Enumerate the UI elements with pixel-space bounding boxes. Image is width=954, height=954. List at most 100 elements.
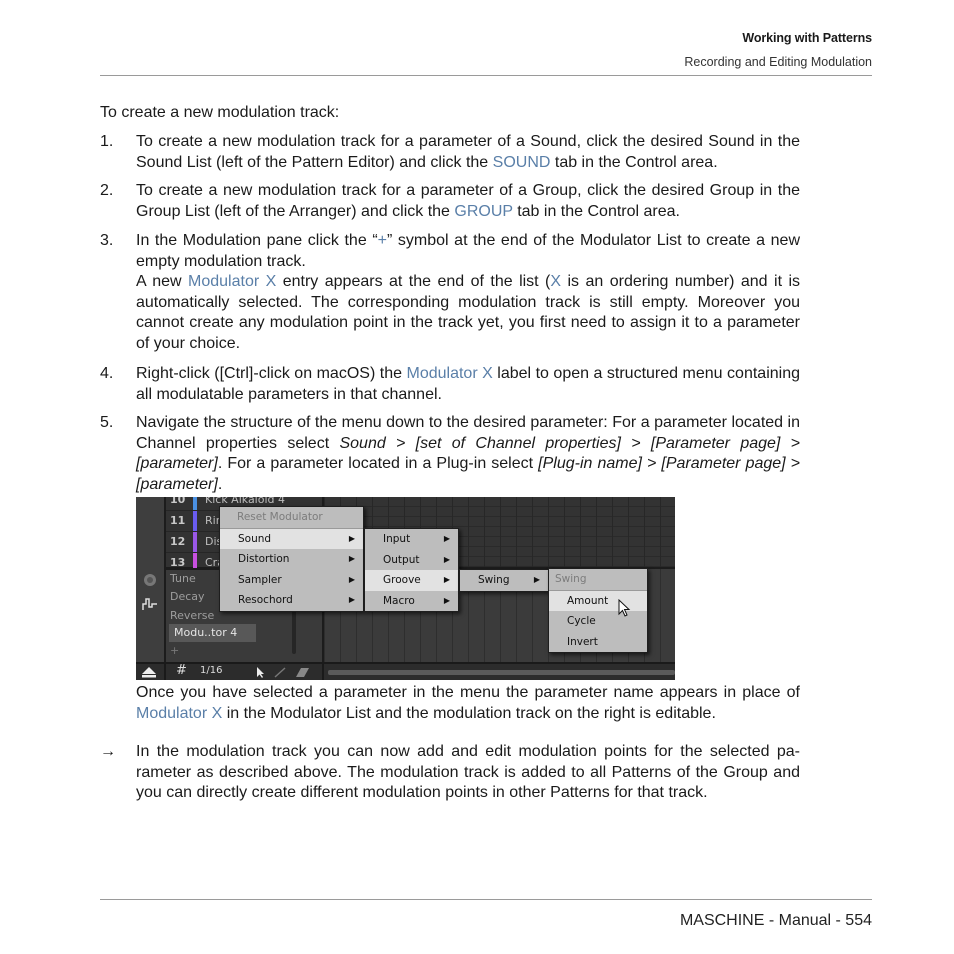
menu-item-amount[interactable]: Amount (549, 590, 647, 611)
step-text: . (217, 475, 223, 493)
knob-icon[interactable] (143, 573, 157, 587)
menu-item-swing[interactable]: Swing ▶ (460, 570, 548, 591)
menu-item-resochord[interactable]: Resochord ▶ (220, 590, 363, 611)
add-modulator-button[interactable]: + (170, 644, 179, 657)
submenu-arrow-icon: ▶ (348, 574, 355, 584)
arrow-icon: → (100, 743, 116, 760)
menu-item-output[interactable]: Output ▶ (365, 550, 458, 571)
submenu-arrow-icon: ▶ (443, 595, 450, 605)
submenu-arrow-icon: ▶ (443, 554, 450, 564)
step-size-label[interactable]: 1/16 (200, 665, 222, 676)
modulator-x-link: Modulator X (406, 365, 493, 382)
menu-item-distortion[interactable]: Distortion ▶ (220, 549, 363, 570)
sound-submenu: Input ▶ Output ▶ Groove ▶ Macro ▶ (364, 528, 459, 612)
sound-number: 11 (170, 514, 186, 527)
menu-item-label: Swing (478, 574, 510, 586)
step-2: 2. To create a new modulation track for … (100, 181, 800, 222)
modulation-icon[interactable] (142, 597, 158, 611)
step-number: 2. (100, 182, 114, 199)
step-number: 1. (100, 133, 114, 150)
menu-item-label: Input (383, 533, 411, 545)
step-text: tab in the Control area. (550, 153, 718, 171)
intro-text: To create a new modulation track: (100, 104, 340, 121)
footer-divider (100, 899, 872, 900)
swing-submenu: Swing Amount Cycle Invert (548, 568, 648, 653)
modulator-item[interactable]: Reverse (170, 609, 214, 622)
submenu-arrow-icon: ▶ (348, 554, 355, 563)
eject-icon[interactable] (142, 667, 156, 678)
header-divider (100, 75, 872, 76)
select-tool-icon[interactable] (256, 667, 264, 678)
after-image-note: Once you have selected a parameter in th… (100, 683, 800, 724)
sound-color (193, 497, 197, 510)
menu-item-label: Resochord (238, 594, 293, 606)
mouse-cursor-icon (618, 599, 631, 617)
grid-icon[interactable]: # (176, 663, 187, 678)
menu-item-input[interactable]: Input ▶ (365, 529, 458, 550)
groove-submenu: Swing ▶ (459, 569, 549, 592)
left-column (136, 497, 166, 680)
submenu-arrow-icon: ▶ (533, 575, 540, 584)
section-title: Recording and Editing Modulation (684, 55, 872, 69)
sound-number: 12 (170, 535, 186, 548)
step-1: 1. To create a new modulation track for … (100, 132, 800, 173)
chapter-title: Working with Patterns (742, 31, 872, 45)
menu-item-label: Groove (383, 574, 421, 586)
result-item: → In the modulation track you can now ad… (100, 742, 800, 804)
modulator-item[interactable]: Decay (170, 590, 205, 603)
menu-item-cycle[interactable]: Cycle (549, 611, 647, 632)
menu-item-groove[interactable]: Groove ▶ (365, 570, 458, 591)
result-text: In the modulation track you can now add … (136, 743, 800, 801)
page-footer: MASCHINE - Manual - 554 (679, 912, 872, 929)
menu-item-label: Sampler (238, 573, 282, 586)
note-text: Once you have selected a parameter in th… (136, 684, 800, 701)
menu-item-macro[interactable]: Macro ▶ (365, 591, 458, 612)
step-number: 4. (100, 365, 114, 382)
toolbar-divider (164, 664, 166, 680)
x-link: X (550, 273, 562, 290)
context-menu: Reset Modulator Sound ▶ Distortion ▶ Sampl… (219, 506, 364, 612)
menu-item-label: Output (383, 553, 420, 566)
sound-name: Kick Alkaloid 4 (205, 497, 286, 506)
step-text: . For a parameter located in a Plug-in s… (217, 455, 539, 472)
modulator-item-selected[interactable]: Modu..tor 4 (169, 624, 256, 642)
modulator-x-link: Modulator X (188, 273, 277, 290)
submenu-arrow-icon: ▶ (443, 534, 450, 543)
step-text: tab in the Control area. (512, 202, 680, 220)
submenu-arrow-icon: ▶ (443, 575, 450, 584)
menu-item-label: Macro (383, 594, 415, 607)
menu-item-label: Distortion (238, 553, 290, 565)
group-tab-link: GROUP (454, 202, 513, 220)
submenu-arrow-icon: ▶ (348, 595, 355, 604)
maschine-screenshot: 10 Kick Alkaloid 4 11 Rim 12 Dis 13 Cra Tune… (136, 497, 675, 680)
sound-color (193, 511, 197, 531)
note-text: in the Modulator List and the modulation… (222, 704, 716, 722)
step-text: In the Modulation pane click the “ (136, 232, 378, 249)
sound-color (193, 532, 197, 552)
toolbar-divider (322, 664, 324, 680)
step-number: 3. (100, 232, 114, 249)
plus-symbol-link: + (377, 232, 387, 249)
submenu-arrow-icon: ▶ (348, 533, 355, 543)
step-text: A new (136, 273, 189, 290)
modulator-item[interactable]: Tune (170, 572, 196, 585)
editor-toolbar: # 1/16 (136, 662, 675, 680)
menu-item-sound[interactable]: Sound ▶ (220, 528, 363, 549)
menu-item-invert[interactable]: Invert (549, 632, 647, 653)
step-3: 3. In the Modulation pane click the “+” … (100, 231, 800, 354)
menu-item-sampler[interactable]: Sampler ▶ (220, 570, 363, 591)
step-number: 5. (100, 414, 114, 431)
step-text: Right-click ([Ctrl]-click on macOS) the (136, 365, 407, 382)
pencil-tool-icon[interactable] (274, 667, 286, 678)
eraser-tool-icon[interactable] (294, 667, 310, 678)
sound-number: 10 (170, 497, 186, 506)
swing-header: Swing (549, 569, 647, 591)
step-5: 5. Navigate the structure of the menu do… (100, 413, 800, 495)
sound-tab-link: SOUND (492, 153, 551, 171)
reset-modulator-item: Reset Modulator (220, 507, 363, 529)
step-text: entry appears at the end of the list ( (276, 273, 551, 290)
menu-item-label: Sound (238, 532, 272, 545)
horizontal-scrollbar[interactable] (328, 670, 675, 675)
step-4: 4. Right-click ([Ctrl]-click on macOS) t… (100, 364, 800, 405)
modulator-x-link: Modulator X (136, 704, 223, 722)
